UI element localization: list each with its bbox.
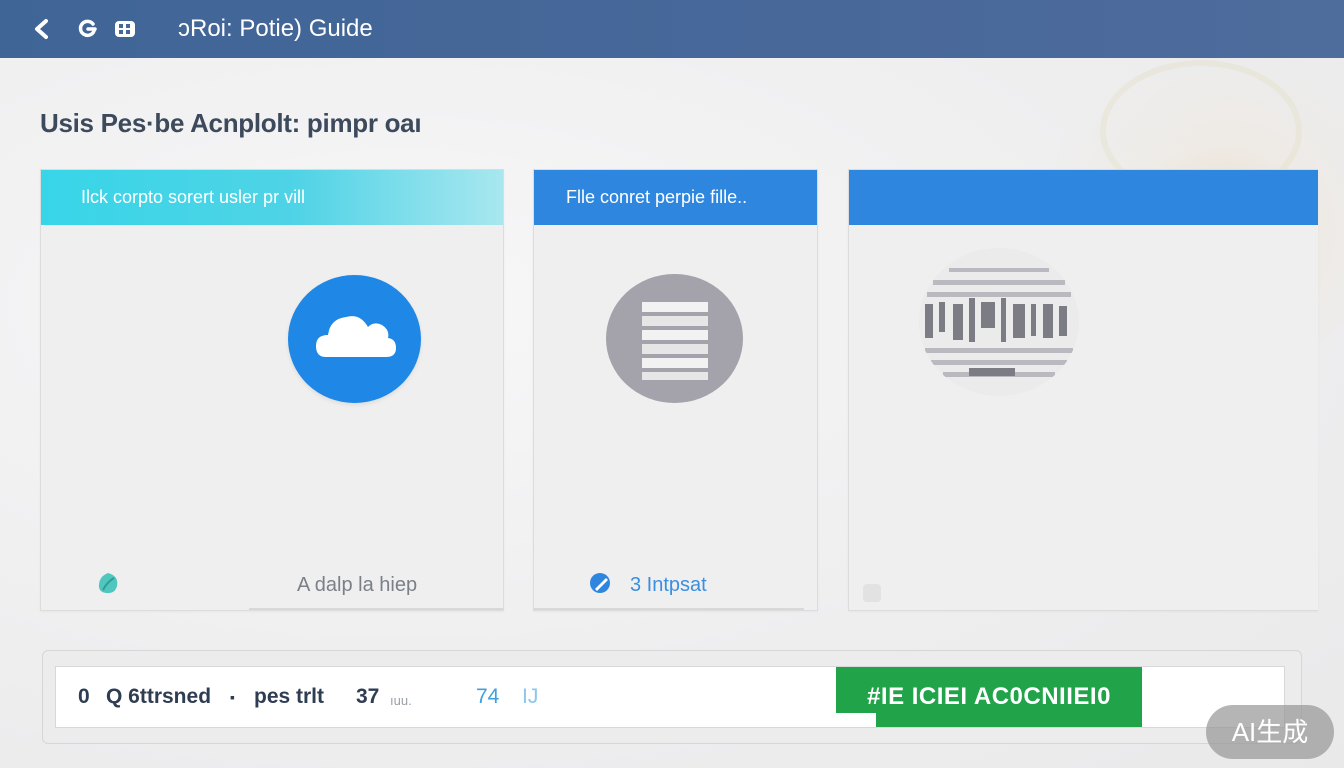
back-arrow-icon[interactable] <box>28 14 58 44</box>
cloud-icon[interactable] <box>288 275 421 403</box>
ai-generated-watermark: AI生成 <box>1206 705 1334 759</box>
status-item-secondary-unit: IJ <box>522 685 539 708</box>
footer-divider <box>534 608 804 610</box>
status-item-unit: ıuu. <box>390 693 412 708</box>
faded-icon <box>863 584 881 602</box>
action-button-notch <box>836 713 876 727</box>
card-header: Ilck corpto sorert usler pr vill <box>41 170 503 225</box>
card-footer-text[interactable]: 3 Intpsat <box>630 574 707 597</box>
card-footer-text[interactable]: A dalp la hiep <box>297 574 417 597</box>
status-item-count: 0 <box>78 685 90 708</box>
status-item-label: pes trlt <box>254 685 325 708</box>
document-icon[interactable] <box>606 274 743 403</box>
refresh-icon[interactable] <box>72 14 102 44</box>
grid-icon[interactable] <box>110 14 140 44</box>
top-bar: ↄRoi: Potie) Guide <box>0 0 1344 58</box>
card-header: Flle conret perpie fille.. <box>534 170 817 225</box>
page-heading: Usis Pes·be Acnplolt: pimpr oaı <box>40 108 422 138</box>
footer-divider <box>249 608 503 610</box>
convert-card[interactable]: Flle conret perpie fille.. 3 Intpsat <box>533 169 818 611</box>
status-separator: ▪ <box>230 689 235 705</box>
barcode-icon[interactable] <box>919 248 1079 396</box>
status-panel: 0 Q 6ttrsned ▪ pes trlt 37 ıuu. 74 IJ #I… <box>42 650 1302 744</box>
upload-card[interactable]: Ilck corpto sorert usler pr vill A dalp … <box>40 169 504 611</box>
status-item-secondary-value: 74 <box>476 685 500 708</box>
status-item-state: Q 6ttrsned <box>106 685 212 708</box>
pencil-icon <box>588 570 614 601</box>
card-header <box>849 170 1318 225</box>
app-title: ↄRoi: Potie) Guide <box>178 15 373 42</box>
barcode-card[interactable] <box>848 169 1318 611</box>
action-button[interactable]: #IE ICIEI AC0CNIIEI0 <box>836 667 1142 727</box>
leaf-icon <box>95 570 121 601</box>
status-bar: 0 Q 6ttrsned ▪ pes trlt 37 ıuu. 74 IJ #I… <box>55 666 1285 728</box>
status-item-value: 37 <box>356 685 380 708</box>
